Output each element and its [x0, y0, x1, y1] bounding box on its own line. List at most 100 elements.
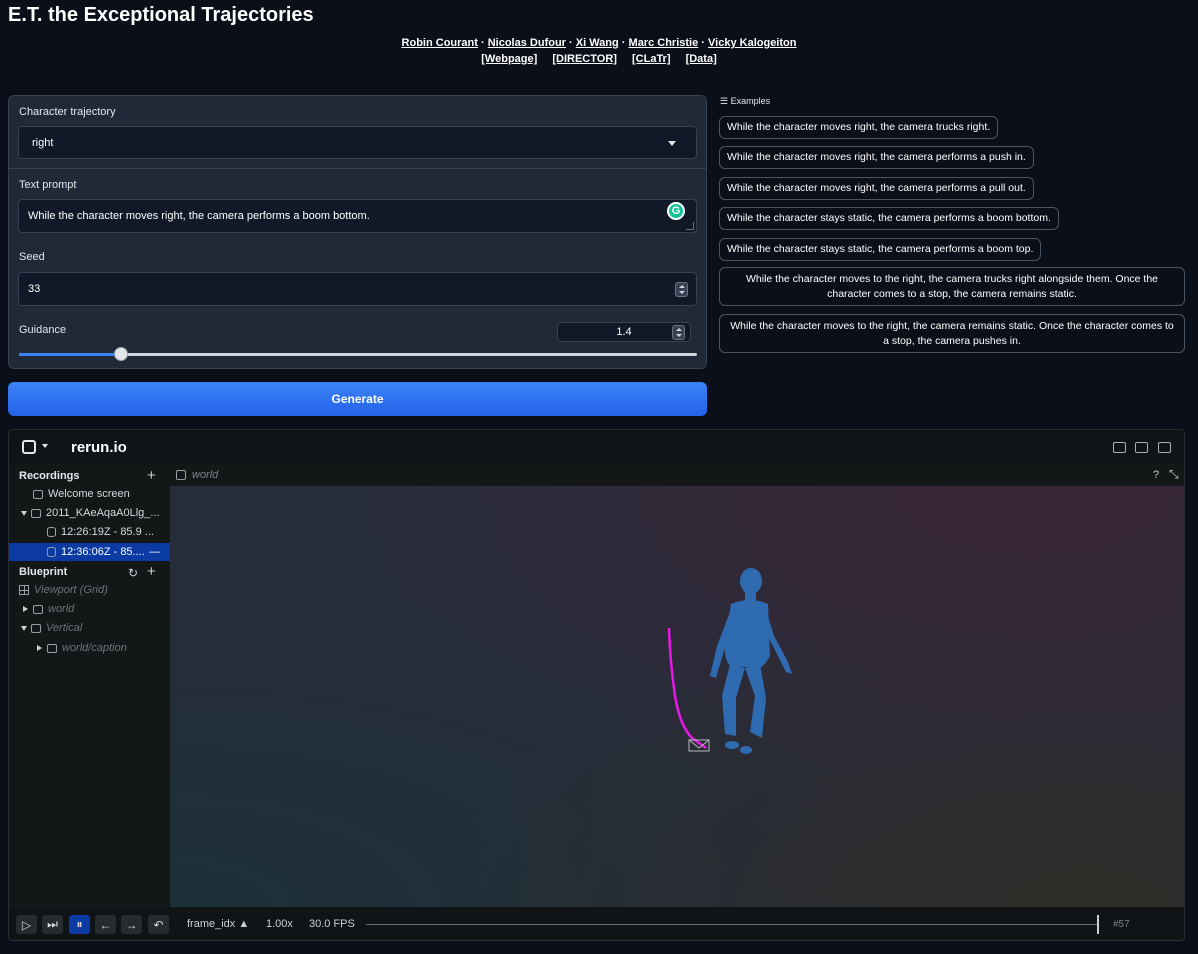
- view-tab-bar: world ? ⤡: [170, 464, 1184, 486]
- container-icon: [31, 623, 41, 633]
- step-next-button[interactable]: →: [121, 915, 142, 934]
- example-item[interactable]: While the character moves right, the cam…: [719, 177, 1034, 200]
- chevron-down-icon[interactable]: [42, 444, 48, 448]
- seed-label: Seed: [19, 251, 45, 263]
- collapse-icon[interactable]: [21, 625, 27, 631]
- divider: [9, 168, 706, 169]
- frame-number: #57: [1113, 919, 1130, 930]
- blueprint-label: Viewport (Grid): [34, 584, 108, 596]
- guidance-slider-fill: [19, 353, 121, 356]
- example-item[interactable]: While the character moves to the right, …: [719, 314, 1185, 353]
- trajectory-dropdown[interactable]: right: [18, 126, 697, 159]
- grid-icon: [19, 585, 29, 595]
- examples-header: ☰ Examples: [720, 96, 771, 106]
- seed-input[interactable]: 33: [18, 272, 697, 306]
- author-link[interactable]: Vicky Kalogeiton: [708, 37, 796, 49]
- left-panel-toggle-icon[interactable]: [1113, 442, 1126, 453]
- blueprint-label: Vertical: [46, 622, 83, 634]
- 3d-viewport[interactable]: [170, 486, 1184, 907]
- recordings-header: Recordings: [19, 470, 80, 482]
- guidance-slider[interactable]: [19, 347, 697, 361]
- 3d-view-icon: [33, 604, 43, 614]
- author-link[interactable]: Xi Wang: [576, 37, 619, 49]
- step-forward-button[interactable]: ⏭: [42, 915, 63, 934]
- prompt-label: Text prompt: [19, 179, 77, 191]
- example-item[interactable]: While the character stays static, the ca…: [719, 207, 1059, 230]
- recording-app[interactable]: 2011_KAeAqaA0Llg_...: [9, 504, 170, 522]
- play-button[interactable]: ▷: [16, 915, 37, 934]
- playback-fps[interactable]: 30.0 FPS: [309, 918, 355, 930]
- rerun-top-bar: rerun.io: [9, 430, 1184, 464]
- timeline-selector[interactable]: frame_idx ▲: [187, 918, 249, 930]
- pause-button[interactable]: ⏸: [69, 915, 90, 934]
- recording-label: 2011_KAeAqaA0Llg_...: [46, 507, 160, 519]
- tab-world[interactable]: world: [192, 469, 218, 481]
- expand-icon[interactable]: [23, 606, 28, 612]
- step-back-button[interactable]: ←: [95, 915, 116, 934]
- 3d-view-icon: [176, 470, 186, 480]
- help-icon[interactable]: ?: [1153, 469, 1159, 481]
- example-item[interactable]: While the character moves to the right, …: [719, 267, 1185, 306]
- author-list: Robin Courant · Nicolas Dufour · Xi Wang…: [401, 37, 797, 49]
- page-title: E.T. the Exceptional Trajectories: [8, 4, 314, 26]
- database-icon: [47, 547, 56, 557]
- example-item[interactable]: While the character moves right, the cam…: [719, 146, 1034, 169]
- trajectory-value: right: [32, 136, 54, 149]
- rerun-logo-icon[interactable]: [22, 440, 36, 454]
- maximize-icon[interactable]: ⤡: [1169, 467, 1179, 482]
- resize-handle-icon[interactable]: [686, 222, 694, 230]
- seed-value: 33: [28, 283, 41, 295]
- blueprint-caption[interactable]: world/caption: [9, 639, 170, 657]
- guidance-slider-thumb[interactable]: [113, 347, 128, 361]
- prompt-value: While the character moves right, the cam…: [28, 210, 370, 222]
- recording-item[interactable]: 12:26:19Z - 85.9 ...: [9, 523, 170, 541]
- reset-blueprint-icon[interactable]: ↻: [128, 567, 138, 579]
- timeline-cursor[interactable]: [1097, 915, 1099, 934]
- prompt-textarea[interactable]: While the character moves right, the cam…: [18, 199, 697, 233]
- timeline-name: frame_idx: [187, 918, 236, 930]
- timeline-scrubber[interactable]: [366, 924, 1099, 925]
- example-item[interactable]: While the character stays static, the ca…: [719, 238, 1042, 261]
- collapse-icon[interactable]: [21, 510, 27, 516]
- author-link[interactable]: Marc Christie: [629, 37, 699, 49]
- grammarly-icon[interactable]: G: [667, 202, 685, 220]
- webpage-link[interactable]: [Webpage]: [481, 53, 537, 65]
- guidance-stepper[interactable]: [672, 325, 685, 340]
- guidance-input[interactable]: 1.4: [557, 322, 691, 342]
- recording-item-selected[interactable]: 12:36:06Z - 85.... —: [9, 543, 170, 561]
- database-icon: [47, 527, 56, 537]
- close-recording-icon[interactable]: —: [149, 546, 160, 558]
- blueprint-label: world: [48, 603, 75, 615]
- recording-item-welcome[interactable]: Welcome screen: [9, 485, 170, 503]
- generate-button[interactable]: Generate: [8, 382, 707, 416]
- blueprint-world[interactable]: world: [9, 600, 170, 618]
- playback-speed[interactable]: 1.00x: [266, 918, 293, 930]
- bottom-panel-toggle-icon[interactable]: [1135, 442, 1148, 453]
- data-link[interactable]: [Data]: [686, 53, 717, 65]
- trajectory-label: Character trajectory: [19, 106, 116, 118]
- clatr-link[interactable]: [CLaTr]: [632, 53, 671, 65]
- add-view-icon[interactable]: +: [147, 564, 156, 579]
- human-figure: [710, 568, 792, 754]
- rerun-sidebar: Recordings + Welcome screen 2011_KAeAqaA…: [9, 464, 170, 907]
- timeline-panel: ▷ ⏭ ⏸ ← → ↶ frame_idx ▲ 1.00x 30.0 FPS #…: [9, 907, 1184, 940]
- recording-label: 12:26:19Z - 85.9 ...: [61, 526, 154, 538]
- right-panel-toggle-icon[interactable]: [1158, 442, 1171, 453]
- examples-label: Examples: [730, 96, 771, 106]
- chevron-down-icon: [668, 141, 676, 146]
- example-item[interactable]: While the character moves right, the cam…: [719, 116, 999, 139]
- blueprint-vertical[interactable]: Vertical: [9, 619, 170, 637]
- author-link[interactable]: Nicolas Dufour: [488, 37, 566, 49]
- text-view-icon: [47, 643, 57, 653]
- author-link[interactable]: Robin Courant: [402, 37, 478, 49]
- guidance-value: 1.4: [616, 326, 632, 338]
- rerun-viewer: rerun.io Recordings + Welcome screen 201…: [8, 429, 1185, 941]
- director-link[interactable]: [DIRECTOR]: [552, 53, 617, 65]
- add-recording-icon[interactable]: +: [147, 468, 156, 483]
- blueprint-header: Blueprint: [19, 566, 68, 578]
- blueprint-viewport[interactable]: Viewport (Grid): [9, 581, 170, 599]
- loop-button[interactable]: ↶: [148, 915, 169, 934]
- guidance-label: Guidance: [19, 324, 67, 336]
- seed-stepper[interactable]: [675, 282, 688, 297]
- expand-icon[interactable]: [37, 645, 42, 651]
